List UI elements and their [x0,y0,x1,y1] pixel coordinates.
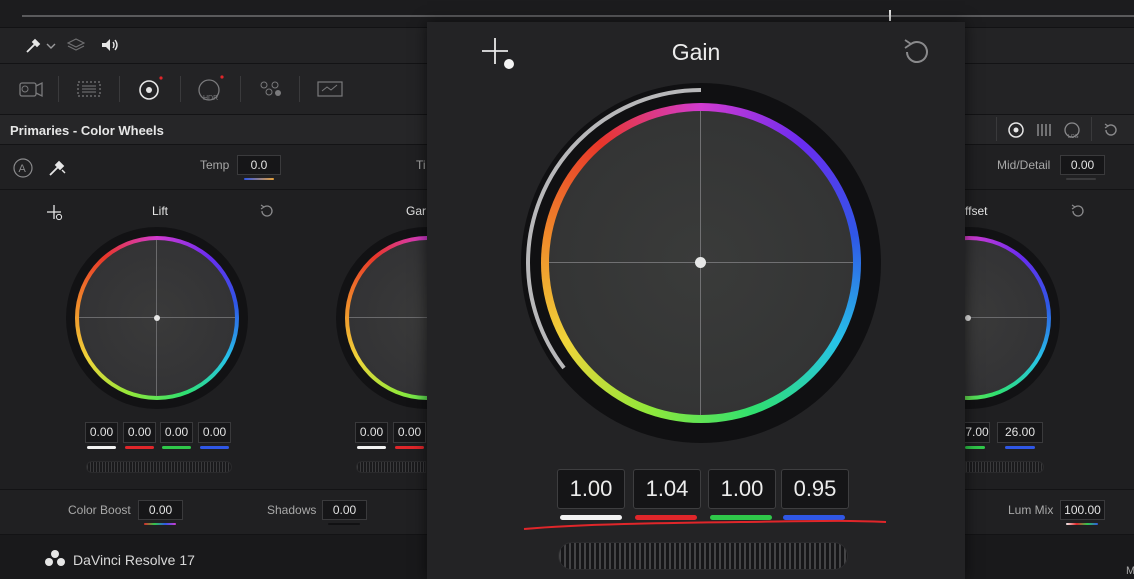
timeline-track[interactable] [22,15,1134,17]
color-boost-label: Color Boost [68,503,131,517]
mid-detail-field[interactable]: 0.00 [1060,155,1105,175]
offset-blue-field[interactable]: 26.00 [997,422,1043,443]
offset-green-indicator [965,446,985,449]
offset-master-wheel[interactable] [965,461,1044,473]
red-annotation-stroke [523,519,887,530]
gain-green-field[interactable]: 1.00 [708,469,776,509]
rgb-mixer-icon[interactable] [256,78,284,100]
gain-wheel-popup: Gain 1.00 1.04 1.00 0.95 [427,22,965,579]
primaries-bars-icon[interactable] [1035,121,1053,139]
layers-icon[interactable] [67,37,85,53]
lum-mix-gradient [1066,523,1098,525]
shadows-field[interactable]: 0.00 [322,500,367,520]
separator [240,76,241,102]
reset-icon[interactable] [900,36,932,68]
lift-wheel[interactable] [66,227,248,409]
reset-icon[interactable] [1070,203,1086,219]
svg-text:A: A [19,163,27,175]
separator [58,76,59,102]
lum-mix-label: Lum Mix [1008,503,1054,517]
eyedropper-icon[interactable] [24,37,42,55]
panel-title: Primaries - Color Wheels [10,123,164,138]
offset-wheel[interactable] [965,227,1061,409]
auto-balance-icon[interactable]: A [12,157,34,179]
gain-master-field[interactable]: 1.00 [557,469,625,509]
lift-red-field[interactable]: 0.00 [123,422,156,443]
reset-icon[interactable] [259,203,275,219]
offset-label: ffset [965,204,988,218]
speaker-icon[interactable] [100,37,120,53]
temp-label: Temp [200,158,230,172]
lift-green-indicator [162,446,191,449]
picker-icon[interactable] [47,158,67,178]
color-boost-gradient [144,523,176,525]
color-wheels-mode-icon[interactable] [1007,121,1025,139]
reset-icon[interactable] [1102,121,1120,139]
gamma-master-indicator [357,446,386,449]
color-boost-field[interactable]: 0.00 [138,500,183,520]
lift-master-indicator [87,446,116,449]
hdr-icon[interactable]: HDR [194,74,228,104]
gain-blue-field[interactable]: 0.95 [781,469,849,509]
lift-master-wheel[interactable] [86,461,232,473]
motion-effects-icon[interactable] [316,79,344,99]
lift-red-indicator [125,446,154,449]
log-wheels-icon[interactable]: LOG [1062,120,1084,140]
davinci-logo-icon [45,550,65,566]
gamma-wheel[interactable] [336,227,427,409]
edge-label: M [1126,565,1134,577]
gain-master-wheel[interactable] [558,542,848,570]
mid-detail-underline [1066,178,1096,180]
gamma-red-indicator [395,446,424,449]
primaries-icon[interactable] [137,76,163,102]
app-name: DaVinci Resolve 17 [73,552,195,568]
lift-blue-indicator [200,446,229,449]
mid-detail-label: Mid/Detail [997,158,1051,172]
separator [180,76,181,102]
gain-label: Gain [671,39,721,65]
chevron-down-icon[interactable] [46,42,56,50]
lift-master-field[interactable]: 0.00 [85,422,118,443]
gamma-red-field[interactable]: 0.00 [393,422,426,443]
offset-green-field[interactable]: 7.00 [965,422,990,443]
lift-label: Lift [151,204,168,218]
separator [299,76,300,102]
separator [996,117,997,141]
separator [119,76,120,102]
gamma-master-field[interactable]: 0.00 [355,422,388,443]
lift-blue-field[interactable]: 0.00 [198,422,231,443]
color-match-icon[interactable] [76,80,102,98]
camera-raw-icon[interactable] [16,78,44,100]
gain-red-field[interactable]: 1.04 [633,469,701,509]
shadows-label: Shadows [267,503,317,517]
playhead[interactable] [889,10,891,21]
offset-blue-indicator [1005,446,1035,449]
gamma-master-wheel[interactable] [356,461,426,473]
temp-field[interactable]: 0.0 [237,155,281,175]
lift-green-field[interactable]: 0.00 [160,422,193,443]
temp-gradient [244,178,274,180]
svg-text:HDR: HDR [203,95,218,102]
separator [1091,117,1092,141]
lum-mix-field[interactable]: 100.00 [1060,500,1105,520]
shadows-underline [328,523,360,525]
tint-label: Ti [416,158,426,172]
gain-wheel[interactable] [521,83,881,443]
crosshair-icon[interactable] [46,204,64,222]
svg-text:LOG: LOG [1068,134,1079,140]
